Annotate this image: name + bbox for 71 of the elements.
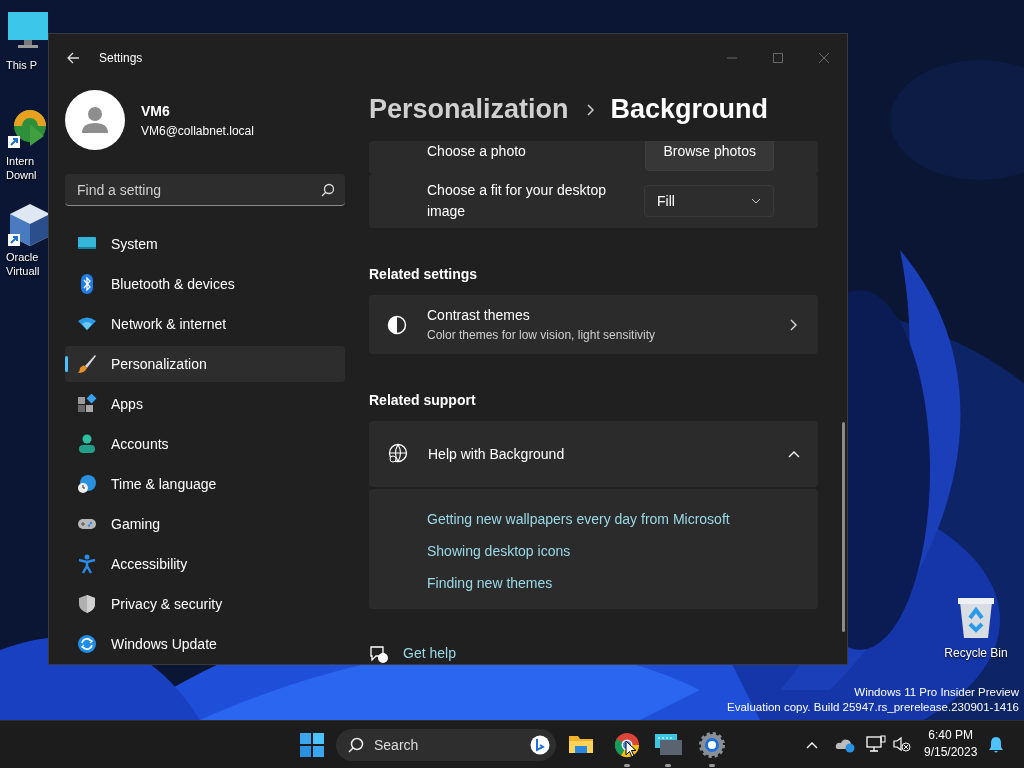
mouse-pointer-icon	[625, 740, 637, 758]
browse-button[interactable]: Browse photos	[645, 141, 774, 171]
search-icon	[348, 737, 364, 753]
setting-label: Choose a photo	[427, 142, 527, 161]
nav-item[interactable]: Bluetooth & devices	[65, 266, 345, 302]
help-chat-icon	[369, 643, 389, 664]
window-title: Settings	[99, 50, 143, 67]
scroll-bar[interactable]	[842, 422, 845, 632]
user-name: VM6	[141, 101, 171, 121]
speaker-muted-icon[interactable]	[893, 736, 911, 752]
bing-icon[interactable]	[530, 735, 550, 755]
shield-icon	[77, 594, 97, 614]
nav-item[interactable]: Time & language	[65, 466, 345, 502]
clock-time[interactable]: 6:40 PM	[928, 727, 974, 744]
search-icon[interactable]	[321, 182, 335, 197]
taskbar-search-bar[interactable]: Search	[336, 729, 556, 761]
apps-icon	[77, 394, 97, 414]
icon-label: Intern Downl	[6, 154, 37, 182]
back-arrow-icon[interactable]	[65, 50, 81, 66]
bell-icon[interactable]	[988, 736, 1004, 754]
globe-icon	[387, 443, 409, 465]
contrast-icon	[387, 314, 407, 335]
help-link[interactable]: Getting new wallpapers every day from Microsoft	[427, 511, 730, 527]
chevron-right-icon	[788, 317, 798, 332]
card-title: Contrast themes	[427, 306, 531, 325]
section-heading: Related settings	[369, 265, 479, 284]
nav-item[interactable]: Accounts	[65, 426, 345, 462]
help-link[interactable]: Finding new themes	[427, 575, 553, 591]
expander-title: Help with Background	[428, 444, 565, 464]
fit-dropdown[interactable]: Fill	[644, 185, 774, 217]
recycle-bin-icon[interactable]	[956, 596, 996, 640]
sync-icon	[77, 634, 97, 654]
person-icon	[77, 434, 97, 454]
get-help-link[interactable]: Get help	[403, 643, 456, 664]
section-heading: Related support	[369, 391, 477, 410]
page-title: Background	[610, 93, 769, 127]
nav-item[interactable]: Privacy & security	[65, 586, 345, 622]
taskbar-search-input[interactable]: Search	[372, 733, 512, 757]
nav-item[interactable]: Accessibility	[65, 546, 345, 582]
nav-item[interactable]: Gaming	[65, 506, 345, 542]
nav-item[interactable]: Network & internet	[65, 306, 345, 342]
chevron-up-icon[interactable]	[806, 741, 818, 749]
start-icon[interactable]	[300, 733, 324, 757]
nav-item[interactable]: Apps	[65, 386, 345, 422]
brush-icon	[77, 354, 97, 374]
nav-item[interactable]: Personalization	[65, 346, 345, 382]
icon-label: Oracle Virtuall	[6, 250, 40, 278]
clock-date[interactable]: 9/15/2023	[924, 744, 978, 761]
network-icon[interactable]	[866, 735, 886, 753]
globe-clock-icon	[77, 474, 97, 494]
chevron-right-icon	[584, 102, 595, 117]
nav-item[interactable]: System	[65, 226, 345, 262]
nav-item[interactable]: Windows Update	[65, 626, 345, 662]
card-subtitle: Color themes for low vision, light sensitivity	[427, 327, 656, 344]
chevron-down-icon	[751, 198, 761, 204]
icon-label: This P	[6, 58, 38, 72]
expander-header[interactable]: Help with Background	[369, 421, 818, 487]
cloud-icon[interactable]	[835, 737, 855, 753]
settings-icon	[698, 731, 726, 759]
watermark-text: Windows 11 Pro Insider Preview	[854, 685, 1019, 700]
maximize-icon[interactable]	[772, 52, 784, 64]
avatar	[65, 90, 125, 150]
breadcrumb-link[interactable]: Personalization	[369, 89, 569, 130]
icon-label: Recycle Bin	[944, 646, 1008, 660]
help-link[interactable]: Showing desktop icons	[427, 543, 571, 559]
accessibility-icon	[77, 554, 97, 574]
setting-label: Choose a fit for your desktop image	[427, 181, 607, 221]
close-icon[interactable]	[818, 52, 830, 64]
user-email: VM6@collabnet.local	[141, 122, 254, 140]
watermark-text: Evaluation copy. Build 25947.rs_prerelease.230901-1416	[727, 700, 1019, 715]
settings-card[interactable]: Contrast themes Color themes for low vision, light sensitivity	[369, 295, 818, 354]
